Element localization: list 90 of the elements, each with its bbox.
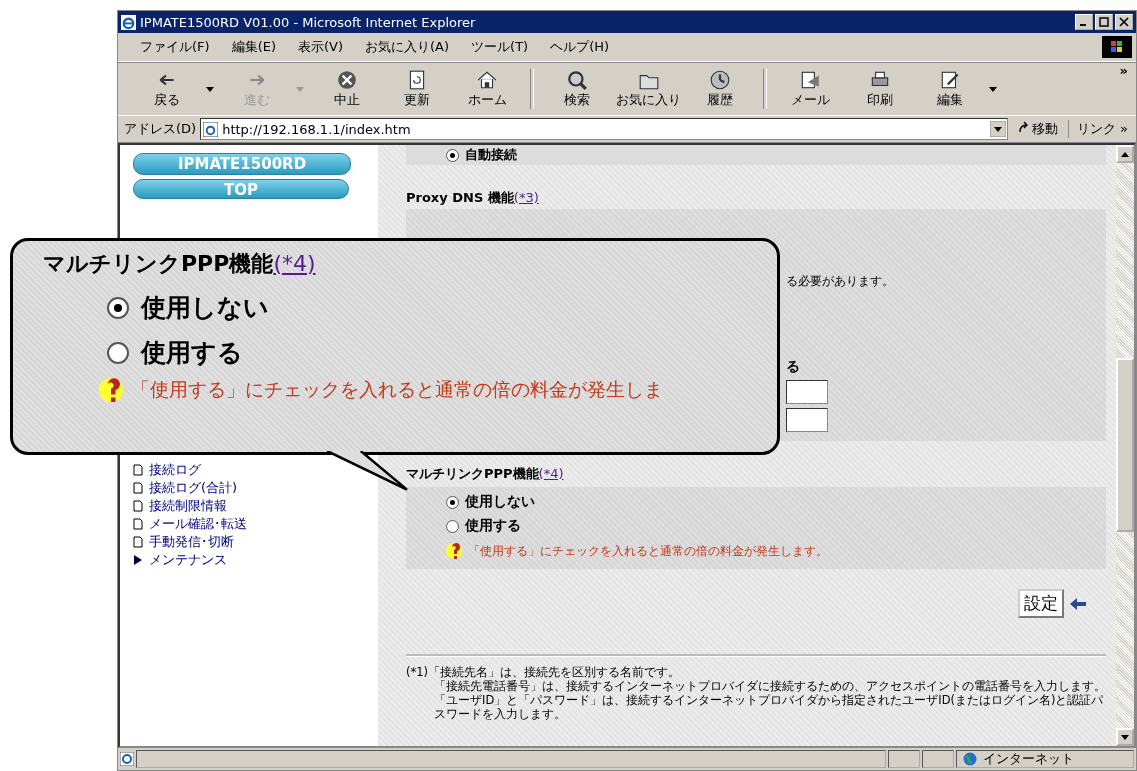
note-link[interactable]: (*3) [513, 190, 539, 205]
page-icon [133, 500, 143, 512]
menu-item[interactable]: ツール(T) [471, 38, 529, 56]
address-field[interactable]: http://192.168.1.1/index.htm [200, 118, 1008, 140]
radio-button[interactable] [446, 148, 459, 162]
page-icon [203, 121, 219, 137]
address-label: アドレス(D) [124, 120, 197, 138]
option-label: 使用する [465, 517, 521, 535]
warning-text: 「使用する」にチェックを入れると通常の倍の料金が発生します。 [468, 542, 828, 560]
note-link[interactable]: (*4) [538, 466, 564, 481]
nav-link[interactable]: 接続ログ [133, 461, 201, 479]
toolbar-button[interactable]: 編集 [915, 69, 1005, 109]
page-icon [133, 482, 143, 494]
radio-button[interactable] [107, 296, 129, 319]
nav-link[interactable]: メンテナンス [133, 551, 227, 569]
page-icon [133, 464, 143, 476]
triangle-icon [133, 554, 143, 566]
window-title: IPMATE1500RD V01.00 - Microsoft Internet Explorer [140, 14, 477, 30]
go-arrow-icon [1017, 121, 1030, 133]
body-text: る必要があります。 [786, 273, 894, 290]
toolbar-button[interactable]: 印刷 [845, 69, 915, 109]
clock-icon [709, 69, 731, 91]
footnote-text: 「接続先電話番号」は、接続するインターネットプロバイダに接続するための、アクセスポイントの電話番号を入力します。 [433, 679, 1106, 693]
dropdown-button[interactable] [989, 121, 1006, 137]
input-field[interactable] [786, 380, 828, 404]
home-icon [476, 69, 498, 91]
option-label: 使用しない [141, 292, 269, 324]
go-button[interactable]: 移動 [1011, 120, 1064, 138]
dropdown-arrow-icon [296, 86, 304, 92]
toolbar-button[interactable]: 履歴 [685, 69, 755, 109]
page-icon [133, 536, 143, 548]
scroll-up-icon[interactable] [1121, 151, 1129, 157]
status-panel [888, 750, 920, 768]
submit-button[interactable]: 設定 [1018, 589, 1064, 618]
status-panel [922, 750, 954, 768]
note-link[interactable]: (*4) [273, 251, 316, 276]
section-heading: マルチリンクPPP機能(*4) [406, 465, 565, 483]
nav-link[interactable]: メール確認･転送 [133, 515, 247, 533]
browser-icon [121, 14, 136, 30]
input-field[interactable] [786, 408, 828, 432]
section-heading: Proxy DNS 機能(*3) [406, 189, 540, 207]
footnote-text: (*1)「接続先名」は、接続先を区別する名前です。 [406, 665, 682, 679]
page-icon [120, 752, 134, 766]
product-logo: IPMATE1500RD [133, 153, 351, 175]
close-button[interactable] [1115, 14, 1133, 30]
radio-button[interactable] [446, 495, 459, 509]
maximize-button[interactable] [1095, 14, 1113, 30]
option-label: 使用する [141, 337, 243, 369]
scrollbar[interactable] [1116, 145, 1134, 746]
nav-link[interactable]: 接続制限情報 [133, 497, 227, 515]
page-icon [133, 518, 143, 530]
minimize-icon [1080, 24, 1086, 26]
footnote-text: 「ユーザID」と「パスワード」は、接続するインターネットプロバイダから指定されたユーザID(またはログイン名)と認証パスワードを入力します。 [433, 693, 1105, 721]
option-label: 自動接続 [465, 146, 517, 164]
arrow-icon [1070, 597, 1086, 610]
option-label: る [786, 358, 800, 376]
toolbar-button[interactable]: メール [775, 69, 845, 109]
radio-button[interactable] [107, 341, 129, 364]
menu-item[interactable]: ヘルプ(H) [550, 38, 610, 56]
toolbar-button[interactable]: 中止 [312, 69, 382, 109]
links-button[interactable]: リンク » [1067, 120, 1136, 138]
mail-icon [799, 69, 821, 91]
radio-button[interactable] [446, 519, 459, 533]
option-label: 使用しない [465, 493, 535, 511]
warning-text: 「使用する」にチェックを入れると通常の倍の料金が発生しま [131, 377, 663, 402]
callout-heading: マルチリンクPPP機能(*4) [43, 250, 317, 278]
scroll-down-icon[interactable] [1121, 734, 1129, 740]
dropdown-arrow-icon [206, 86, 214, 92]
toolbar-button[interactable]: ホーム [452, 69, 522, 109]
menu-item[interactable]: お気に入り(A) [365, 38, 450, 56]
menu-item[interactable]: 表示(V) [298, 38, 344, 56]
nav-link[interactable]: 接続ログ(合計) [133, 479, 238, 497]
minimize-button[interactable] [1075, 14, 1093, 30]
windows-logo-icon [1102, 36, 1132, 58]
close-icon [1119, 17, 1129, 27]
more-button[interactable]: » [1119, 63, 1128, 78]
toolbar-button[interactable]: 更新 [382, 69, 452, 109]
dropdown-arrow-icon [989, 86, 997, 92]
nav-link[interactable]: 手動発信･切断 [133, 533, 234, 551]
edit-icon [939, 69, 961, 91]
toolbar-button[interactable]: 検索 [542, 69, 612, 109]
globe-icon [963, 752, 977, 766]
zone-label: インターネット [983, 750, 1074, 768]
search-icon [566, 69, 588, 91]
menu-item[interactable]: 編集(E) [231, 38, 276, 56]
stop-icon [336, 69, 358, 91]
maximize-icon [1099, 17, 1109, 27]
toolbar-button[interactable]: 戻る [132, 69, 222, 109]
menu-item[interactable]: ファイル(F) [140, 38, 210, 56]
toolbar-button[interactable]: お気に入り [612, 69, 685, 109]
